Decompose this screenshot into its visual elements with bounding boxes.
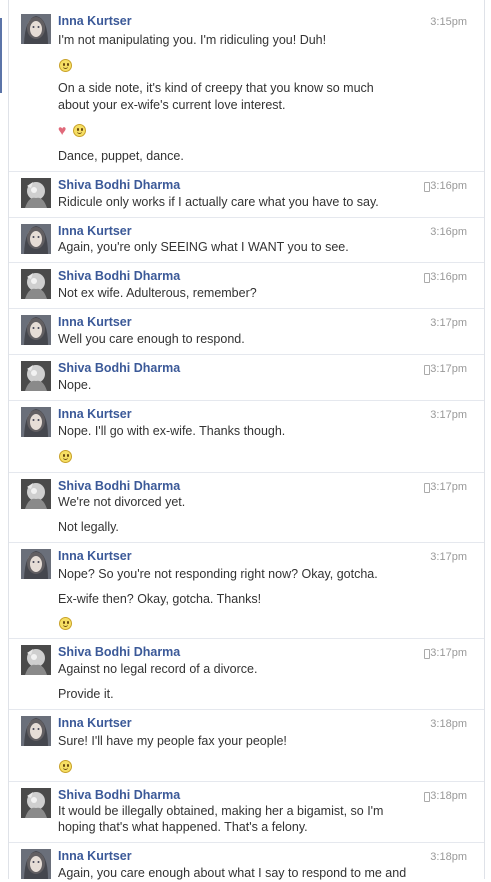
timestamp: 3:17pm: [430, 481, 467, 493]
timestamp: 3:18pm: [430, 851, 467, 863]
message-text: Ridicule only works if I actually care w…: [58, 195, 379, 209]
divider: [9, 308, 484, 309]
sender-name[interactable]: Shiva Bodhi Dharma: [58, 361, 180, 375]
smiley-icon: [59, 450, 72, 463]
message-text: Nope? So you're not responding right now…: [58, 567, 378, 581]
avatar-inna[interactable]: [21, 315, 51, 345]
divider: [9, 472, 484, 473]
message-text: Against no legal record of a divorce.: [58, 662, 258, 676]
sender-name[interactable]: Inna Kurtser: [58, 315, 132, 329]
message-text: Ex-wife then? Okay, gotcha. Thanks!: [58, 592, 262, 606]
sender-name[interactable]: Shiva Bodhi Dharma: [58, 788, 180, 802]
avatar-shiva[interactable]: [21, 269, 51, 299]
avatar-inna[interactable]: [21, 14, 51, 44]
mobile-phone-icon: [424, 483, 430, 493]
sender-name[interactable]: Inna Kurtser: [58, 407, 132, 421]
message-text: Dance, puppet, dance.: [58, 149, 184, 163]
avatar-inna[interactable]: [21, 716, 51, 746]
avatar-shiva[interactable]: [21, 479, 51, 509]
divider: [9, 354, 484, 355]
sender-name[interactable]: Inna Kurtser: [58, 549, 132, 563]
sender-name[interactable]: Shiva Bodhi Dharma: [58, 178, 180, 192]
timestamp: 3:16pm: [430, 226, 467, 238]
timestamp: 3:17pm: [430, 317, 467, 329]
message-text: about your ex-wife's current love intere…: [58, 98, 286, 112]
avatar-shiva[interactable]: [21, 788, 51, 818]
divider: [9, 217, 484, 218]
divider: [9, 781, 484, 782]
timestamp: 3:16pm: [430, 180, 467, 192]
divider: [9, 400, 484, 401]
mobile-phone-icon: [424, 182, 430, 192]
sender-name[interactable]: Inna Kurtser: [58, 716, 132, 730]
sender-name[interactable]: Shiva Bodhi Dharma: [58, 479, 180, 493]
smiley-icon: [59, 59, 72, 72]
message-text: Sure! I'll have my people fax your peopl…: [58, 734, 287, 748]
timestamp: 3:16pm: [430, 271, 467, 283]
divider: [9, 842, 484, 843]
mobile-phone-icon: [424, 649, 430, 659]
message-text: Nope. I'll go with ex-wife. Thanks thoug…: [58, 424, 286, 438]
divider: [9, 638, 484, 639]
avatar-shiva[interactable]: [21, 361, 51, 391]
message-thread: Inna Kurtser 3:15pm I'm not manipulating…: [9, 0, 484, 880]
sender-name[interactable]: Inna Kurtser: [58, 224, 132, 238]
timestamp: 3:18pm: [430, 790, 467, 802]
divider: [9, 262, 484, 263]
mobile-phone-icon: [424, 792, 430, 802]
smiley-icon: [59, 760, 72, 773]
sender-name[interactable]: Inna Kurtser: [58, 849, 132, 863]
sender-name[interactable]: Shiva Bodhi Dharma: [58, 269, 180, 283]
timestamp: 3:15pm: [430, 16, 467, 28]
heart-icon: ♥: [58, 122, 67, 138]
message-text: It would be illegally obtained, making h…: [58, 804, 384, 818]
message-text: Nope.: [58, 378, 92, 392]
avatar-shiva[interactable]: [21, 645, 51, 675]
smiley-icon: [59, 617, 72, 630]
message-text: Again, you're only SEEING what I WANT yo…: [58, 240, 349, 254]
avatar-inna[interactable]: [21, 549, 51, 579]
message-text: Again, you care enough about what I say …: [58, 866, 407, 880]
avatar-inna[interactable]: [21, 407, 51, 437]
divider: [9, 542, 484, 543]
message-text: Provide it.: [58, 687, 114, 701]
mobile-phone-icon: [424, 273, 430, 283]
divider: [9, 171, 484, 172]
message-text: We're not divorced yet.: [58, 495, 186, 509]
timestamp: 3:17pm: [430, 647, 467, 659]
message-text: On a side note, it's kind of creepy that…: [58, 81, 374, 95]
scrollbar-track[interactable]: [484, 0, 491, 879]
smiley-icon: [73, 124, 86, 137]
timestamp: 3:17pm: [430, 409, 467, 421]
message-text: I'm not manipulating you. I'm ridiculing…: [58, 33, 327, 47]
left-panel-edge: [0, 0, 9, 879]
message-text: hoping that's what happened. That's a fe…: [58, 820, 308, 834]
timestamp: 3:17pm: [430, 551, 467, 563]
message-text: Not legally.: [58, 520, 119, 534]
avatar-shiva[interactable]: [21, 178, 51, 208]
timestamp: 3:18pm: [430, 718, 467, 730]
message-text: Well you care enough to respond.: [58, 332, 245, 346]
sender-name[interactable]: Inna Kurtser: [58, 14, 132, 28]
selection-accent: [0, 18, 2, 93]
sender-name[interactable]: Shiva Bodhi Dharma: [58, 645, 180, 659]
divider: [9, 709, 484, 710]
avatar-inna[interactable]: [21, 849, 51, 879]
timestamp: 3:17pm: [430, 363, 467, 375]
mobile-phone-icon: [424, 365, 430, 375]
message-text: Not ex wife. Adulterous, remember?: [58, 286, 257, 300]
avatar-inna[interactable]: [21, 224, 51, 254]
